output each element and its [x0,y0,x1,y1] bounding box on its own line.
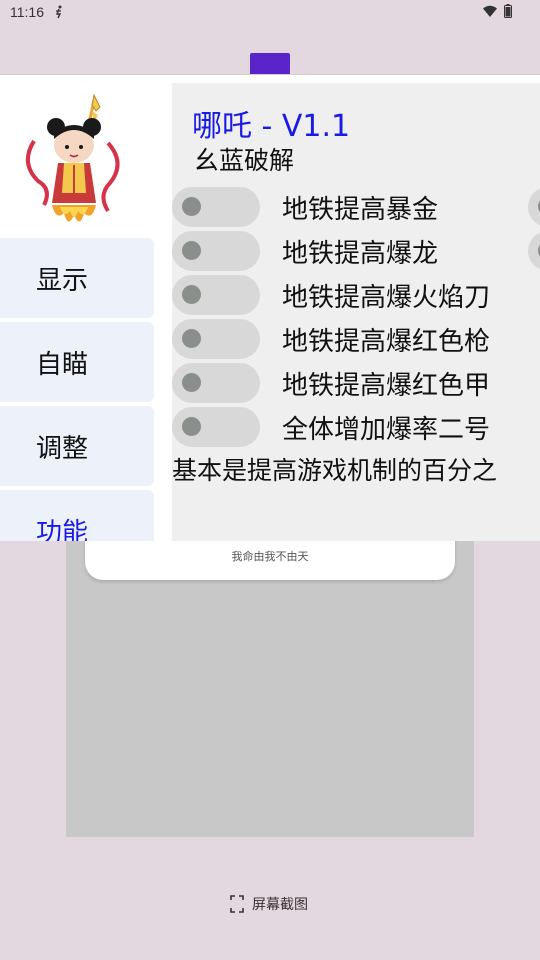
toggle-row: 地铁提高爆红色甲 [172,363,540,403]
battery-icon [504,4,512,18]
screenshot-frame-icon [230,895,244,913]
status-bar: 11:16 [0,0,540,24]
notification-icon [55,5,62,19]
toggle-row: 全体增加爆率二号 [172,407,540,447]
footer-note: 基本是提高游戏机制的百分之 [172,456,498,485]
logo-area [0,75,154,237]
menu-subtitle: 幺蓝破解 [194,146,295,175]
toggle-label: 地铁提高爆龙 [282,239,439,269]
nav-item-label: 功能 [36,517,89,542]
screenshot-button[interactable]: 屏幕截图 [230,894,308,914]
toggle-thumb [182,417,201,436]
toggle-row: 地铁提高暴金 [172,187,540,227]
nav-item-label: 调整 [36,433,89,464]
toggle-switch[interactable] [172,407,260,447]
toggle-row: 地铁提高爆龙 [172,231,540,271]
nav-item-label: 显示 [36,265,89,296]
nav-item-aimbot[interactable]: 自瞄 [0,322,154,402]
toggle-row: 地铁提高爆火焰刀 [172,275,540,315]
toggle-switch[interactable] [172,363,260,403]
toggle-thumb [182,285,201,304]
nav-item-adjust[interactable]: 调整 [0,406,154,486]
background-card-text: 我命由我不由天 [231,550,309,563]
wifi-icon [483,5,497,17]
toggle-thumb [182,329,201,348]
toggle-label: 地铁提高爆红色甲 [282,371,491,401]
content-panel: 哪吒 - V1.1 幺蓝破解 地铁提高暴金 地铁提高爆龙 地铁提高爆火焰刀 地铁… [172,83,540,541]
nav-item-display[interactable]: 显示 [0,238,154,318]
toggle-switch[interactable] [172,231,260,271]
toggle-thumb [182,373,201,392]
toggle-row: 地铁提高爆红色枪 [172,319,540,359]
nav-item-label: 自瞄 [36,349,89,380]
toggle-thumb [182,241,201,260]
status-time: 11:16 [10,4,44,20]
background-app-icon [250,53,290,75]
toggle-label: 全体增加爆率二号 [282,415,491,445]
toggle-label: 地铁提高爆红色枪 [282,327,491,357]
toggle-switch[interactable] [172,187,260,227]
screenshot-label: 屏幕截图 [252,897,308,913]
toggle-switch[interactable] [172,319,260,359]
menu-title: 哪吒 - V1.1 [192,109,351,144]
toggle-thumb [182,197,201,216]
toggle-label: 地铁提高暴金 [282,195,439,225]
toggle-switch[interactable] [172,275,260,315]
toggle-label: 地铁提高爆火焰刀 [282,283,491,313]
nezha-logo [26,93,120,222]
mod-menu-overlay: 显示 自瞄 调整 功能 哪吒 - V1.1 幺蓝破解 地铁提高暴金 地铁提高爆龙… [0,74,540,541]
nav-item-functions[interactable]: 功能 [0,490,154,541]
